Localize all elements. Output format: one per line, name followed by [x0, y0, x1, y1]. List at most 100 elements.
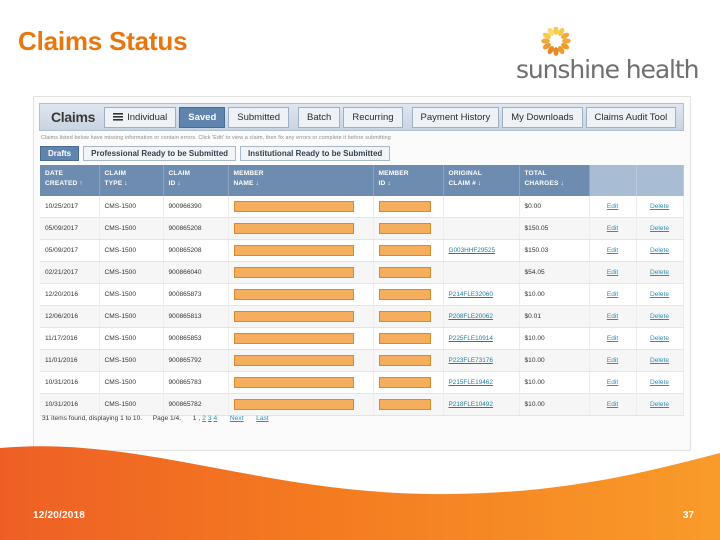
cell-claim-id: 900865792 [163, 349, 229, 372]
delete-link[interactable]: Delete [650, 313, 669, 320]
cell-delete[interactable]: Delete [636, 393, 684, 416]
delete-link[interactable]: Delete [650, 335, 669, 342]
primary-tabbar: Claims Individual Saved Submitted Batch … [39, 103, 684, 131]
col-total-charges[interactable]: TOTAL CHARGES ↓ [519, 165, 590, 196]
edit-link[interactable]: Edit [607, 379, 618, 386]
edit-link[interactable]: Edit [607, 225, 618, 232]
info-text: Claims listed below have missing informa… [41, 135, 391, 141]
tab-individual-label: Individual [127, 111, 168, 123]
tab-my-downloads[interactable]: My Downloads [502, 106, 583, 128]
redaction-block [378, 311, 431, 322]
col-original-claim[interactable]: ORIGINAL CLAIM # ↓ [443, 165, 520, 196]
cell-member-id [373, 261, 444, 284]
cell-delete[interactable]: Delete [636, 327, 684, 350]
cell-claim-id: 900865813 [163, 305, 229, 328]
delete-link[interactable]: Delete [650, 247, 669, 254]
edit-link[interactable]: Edit [607, 247, 618, 254]
original-claim-link[interactable]: P214FLE32060 [449, 291, 493, 298]
redaction-block [233, 201, 354, 212]
delete-link[interactable]: Delete [650, 225, 669, 232]
cell-delete[interactable]: Delete [636, 371, 684, 394]
edit-link[interactable]: Edit [607, 357, 618, 364]
original-claim-link[interactable]: P225FLE10914 [449, 335, 493, 342]
subtab-drafts[interactable]: Drafts [40, 146, 80, 161]
cell-delete[interactable]: Delete [636, 261, 684, 284]
cell-original-claim: P208FLE20062 [443, 305, 520, 328]
delete-link[interactable]: Delete [650, 357, 669, 364]
delete-link[interactable]: Delete [650, 203, 669, 210]
delete-link[interactable]: Delete [650, 269, 669, 276]
table-row: 11/01/2016 CMS-1500 900865792 P223FLE73176 $… [40, 349, 684, 372]
cell-total-charges: $10.00 [519, 371, 590, 394]
cell-original-claim [443, 261, 520, 284]
pagination-page-3[interactable]: 3 [208, 415, 212, 422]
tab-recurring[interactable]: Recurring [343, 106, 403, 128]
cell-edit[interactable]: Edit [589, 305, 637, 328]
edit-link[interactable]: Edit [607, 335, 618, 342]
secondary-tabbar: Drafts Professional Ready to be Submitte… [40, 146, 394, 161]
cell-edit[interactable]: Edit [589, 283, 637, 306]
delete-link[interactable]: Delete [650, 291, 669, 298]
cell-member-id [373, 349, 444, 372]
delete-link[interactable]: Delete [650, 401, 669, 408]
delete-link[interactable]: Delete [650, 379, 669, 386]
tab-submitted[interactable]: Submitted [228, 106, 290, 128]
original-claim-link[interactable]: P215FLE19462 [449, 379, 493, 386]
cell-edit[interactable]: Edit [589, 239, 637, 262]
col-date-created[interactable]: DATE CREATED ↑ [40, 165, 100, 196]
cell-delete[interactable]: Delete [636, 196, 684, 218]
cell-edit[interactable]: Edit [589, 196, 637, 218]
tab-batch[interactable]: Batch [298, 106, 341, 128]
cell-edit[interactable]: Edit [589, 393, 637, 416]
pagination-page-2[interactable]: 2 [202, 415, 206, 422]
cell-claim-type: CMS-1500 [99, 261, 164, 284]
subtab-institutional-ready[interactable]: Institutional Ready to be Submitted [240, 146, 391, 161]
cell-delete[interactable]: Delete [636, 349, 684, 372]
cell-original-claim: P223FLE73176 [443, 349, 520, 372]
subtab-professional-ready[interactable]: Professional Ready to be Submitted [83, 146, 237, 161]
cell-edit[interactable]: Edit [589, 261, 637, 284]
cell-date: 11/17/2016 [40, 327, 100, 350]
table-row: 12/06/2016 CMS-1500 900865813 P208FLE20062 $… [40, 305, 684, 328]
cell-claim-type: CMS-1500 [99, 371, 164, 394]
tab-individual[interactable]: Individual [104, 106, 177, 128]
cell-member-name [228, 305, 374, 328]
cell-total-charges: $150.03 [519, 239, 590, 262]
redaction-block [233, 377, 354, 388]
cell-edit[interactable]: Edit [589, 217, 637, 240]
pagination-next[interactable]: Next [230, 415, 244, 422]
cell-delete[interactable]: Delete [636, 239, 684, 262]
edit-link[interactable]: Edit [607, 291, 618, 298]
cell-original-claim [443, 196, 520, 218]
tab-payment-history[interactable]: Payment History [411, 106, 500, 128]
redaction-block [378, 377, 431, 388]
cell-date: 11/01/2016 [40, 349, 100, 372]
cell-delete[interactable]: Delete [636, 283, 684, 306]
col-claim-id[interactable]: CLAIM ID ↓ [163, 165, 229, 196]
edit-link[interactable]: Edit [607, 401, 618, 408]
tab-claims-audit-tool[interactable]: Claims Audit Tool [585, 106, 677, 128]
original-claim-link[interactable]: P208FLE20062 [449, 313, 493, 320]
tab-saved[interactable]: Saved [179, 106, 226, 128]
cell-edit[interactable]: Edit [589, 371, 637, 394]
col-claim-type[interactable]: CLAIM TYPE ↓ [99, 165, 164, 196]
pagination-last[interactable]: Last [256, 415, 268, 422]
original-claim-link[interactable]: G003HHF29525 [449, 247, 496, 254]
cell-edit[interactable]: Edit [589, 349, 637, 372]
cell-member-name [228, 239, 374, 262]
original-claim-link[interactable]: P223FLE73176 [449, 357, 493, 364]
edit-link[interactable]: Edit [607, 313, 618, 320]
edit-link[interactable]: Edit [607, 269, 618, 276]
redaction-block [233, 333, 354, 344]
pagination-page-4[interactable]: 4 [214, 415, 218, 422]
col-member-name[interactable]: MEMBER NAME ↓ [228, 165, 374, 196]
cell-delete[interactable]: Delete [636, 217, 684, 240]
pagination: 31 items found, displaying 1 to 10. Page… [42, 415, 269, 422]
col-member-id[interactable]: MEMBER ID ↓ [373, 165, 444, 196]
edit-link[interactable]: Edit [607, 203, 618, 210]
cell-original-claim: G003HHF29525 [443, 239, 520, 262]
cell-delete[interactable]: Delete [636, 305, 684, 328]
redaction-block [233, 267, 354, 278]
original-claim-link[interactable]: P218FLE10492 [449, 401, 493, 408]
cell-edit[interactable]: Edit [589, 327, 637, 350]
